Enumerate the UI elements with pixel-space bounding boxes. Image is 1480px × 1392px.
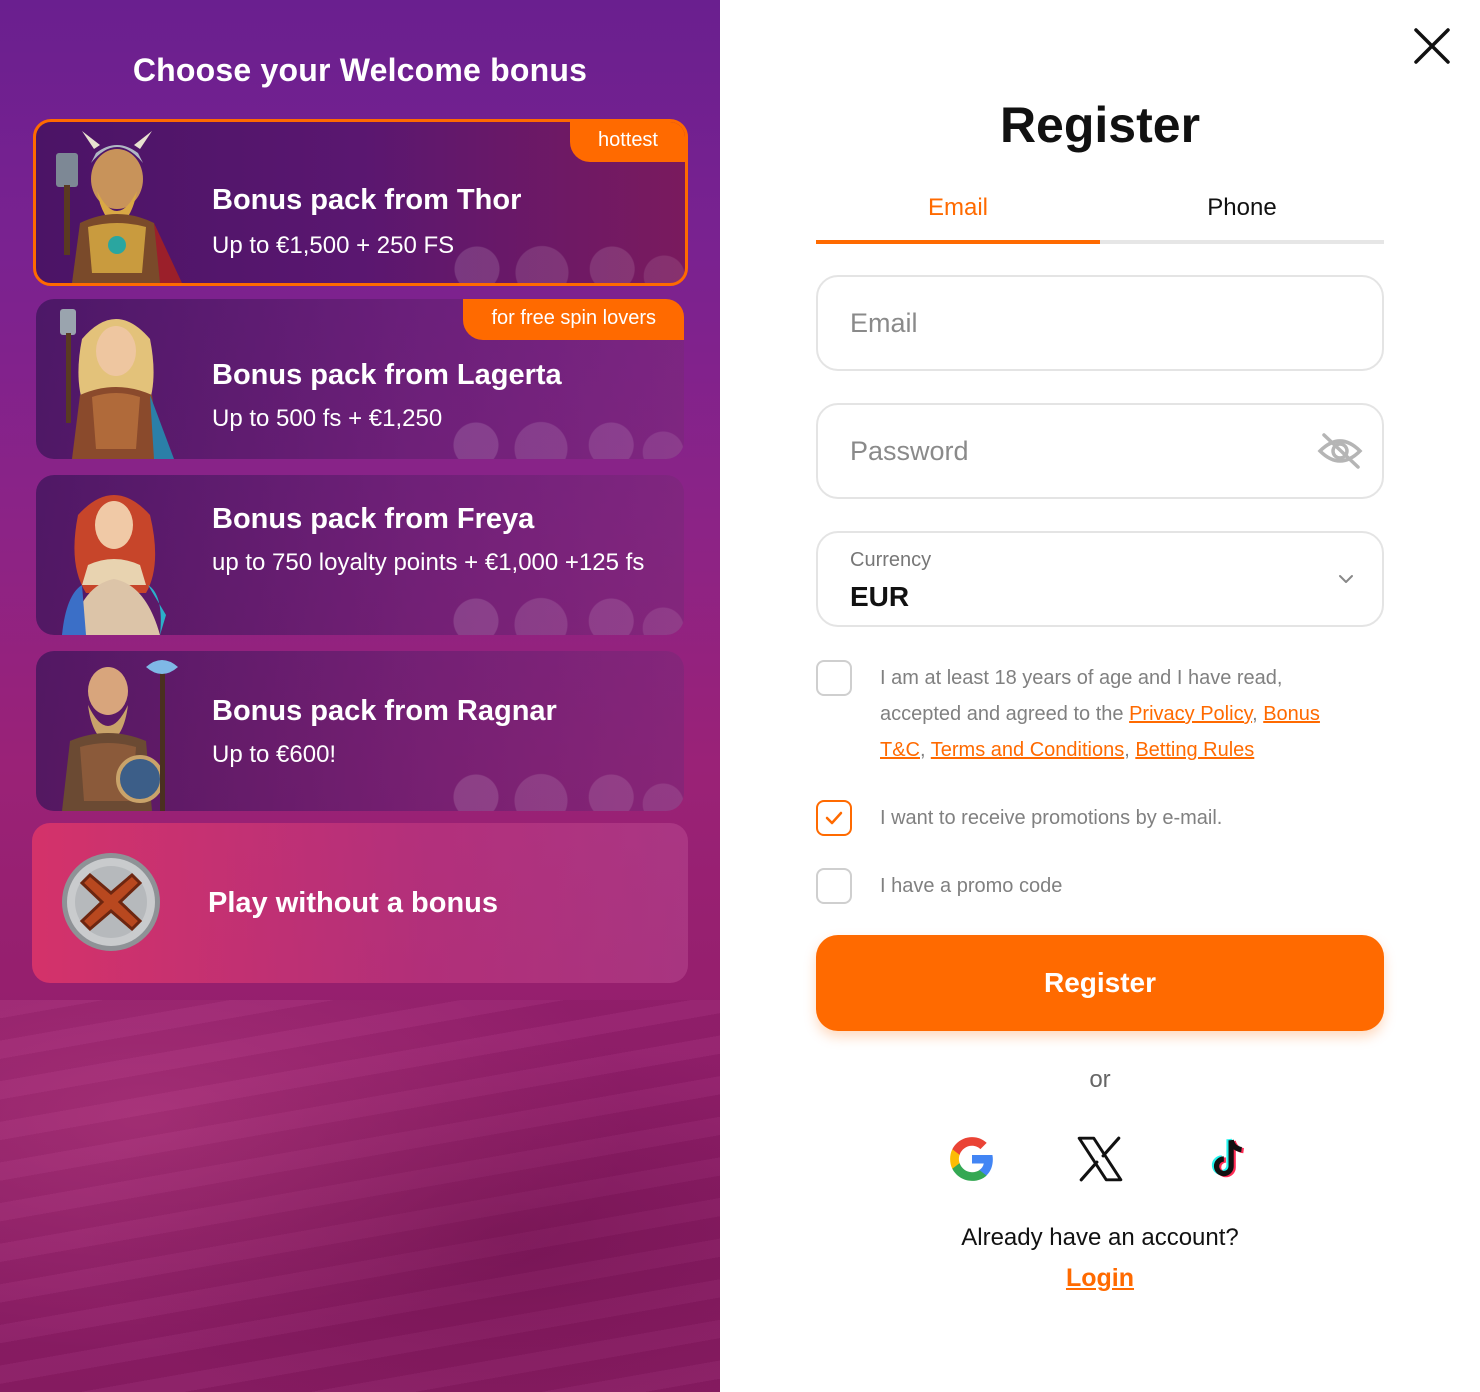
- no-bonus-x-icon: [62, 853, 160, 951]
- promotions-row: I want to receive promotions by e-mail.: [816, 800, 1384, 836]
- promo-code-checkbox[interactable]: [816, 868, 852, 904]
- card-subtitle: Up to €1,500 + 250 FS: [212, 232, 455, 259]
- bonus-card-freya[interactable]: Bonus pack from Freya up to 750 loyalty …: [36, 475, 684, 635]
- play-without-bonus-option[interactable]: Play without a bonus: [32, 823, 688, 983]
- tab-email[interactable]: Email: [816, 190, 1100, 244]
- consent-separator: ,: [1252, 703, 1264, 725]
- bonus-panel-title: Choose your Welcome bonus: [132, 52, 588, 88]
- email-input[interactable]: [850, 277, 1290, 369]
- badge-hottest: hottest: [569, 122, 685, 162]
- thor-portrait: [56, 131, 182, 283]
- terms-conditions-link[interactable]: Terms and Conditions: [931, 739, 1124, 761]
- card-title: Bonus pack from Thor: [212, 184, 522, 216]
- age-consent-text: I am at least 18 years of age and I have…: [880, 660, 1360, 768]
- register-tabs: Email Phone: [816, 190, 1384, 244]
- badge-free-spin-lovers: for free spin lovers: [463, 299, 684, 340]
- close-icon[interactable]: [1410, 24, 1454, 68]
- register-title: Register: [999, 97, 1201, 153]
- password-field-container: [816, 403, 1384, 499]
- ragnar-portrait: [62, 660, 178, 811]
- bonus-card-lagerta[interactable]: for free spin lovers Bonus pack from Lag…: [36, 299, 684, 459]
- bonus-panel: Choose your Welcome bonus hottest Bonus …: [0, 0, 720, 1392]
- card-background-clouds: [424, 741, 684, 811]
- age-consent-checkbox[interactable]: [816, 660, 852, 696]
- card-background-clouds: [424, 389, 684, 459]
- login-link[interactable]: Login: [720, 1264, 1480, 1293]
- promo-code-row: I have a promo code: [816, 868, 1384, 904]
- x-icon[interactable]: [1075, 1134, 1125, 1184]
- tab-phone[interactable]: Phone: [1100, 190, 1384, 240]
- bonus-card-thor[interactable]: hottest Bonus pack from Thor Up to €1,50…: [33, 119, 688, 286]
- checkmark-icon: [825, 811, 843, 825]
- promo-code-text: I have a promo code: [880, 875, 1063, 897]
- eye-slash-icon[interactable]: [1316, 429, 1364, 473]
- promotions-text: I want to receive promotions by e-mail.: [880, 807, 1223, 829]
- lagerta-portrait: [60, 309, 174, 459]
- consent-separator: ,: [920, 739, 931, 761]
- currency-select[interactable]: Currency EUR: [816, 531, 1384, 627]
- betting-rules-link[interactable]: Betting Rules: [1135, 739, 1254, 761]
- currency-value: EUR: [850, 581, 910, 612]
- card-subtitle: Up to 500 fs + €1,250: [212, 405, 443, 432]
- already-have-account-text: Already have an account?: [961, 1224, 1239, 1251]
- card-subtitle: Up to €600!: [212, 741, 337, 768]
- email-field-container: [816, 275, 1384, 371]
- register-panel: Register Email Phone Currency EUR I am a…: [720, 0, 1480, 1392]
- bonus-card-ragnar[interactable]: Bonus pack from Ragnar Up to €600!: [36, 651, 684, 811]
- privacy-policy-link[interactable]: Privacy Policy: [1129, 703, 1252, 725]
- password-input[interactable]: [850, 405, 1290, 497]
- freya-portrait: [62, 495, 166, 635]
- register-button[interactable]: Register: [816, 935, 1384, 1031]
- google-icon[interactable]: [947, 1134, 997, 1184]
- card-title: Bonus pack from Ragnar: [212, 695, 557, 727]
- card-background-clouds: [425, 213, 685, 283]
- card-title: Bonus pack from Freya: [212, 503, 535, 535]
- chevron-down-icon: [1339, 575, 1353, 583]
- or-divider: or: [1089, 1066, 1111, 1093]
- card-title: Bonus pack from Lagerta: [212, 359, 562, 391]
- play-without-bonus-label: Play without a bonus: [208, 887, 499, 919]
- age-consent-row: I am at least 18 years of age and I have…: [816, 660, 1384, 768]
- consent-separator: ,: [1124, 739, 1136, 761]
- promotions-checkbox[interactable]: [816, 800, 852, 836]
- currency-label: Currency: [850, 549, 932, 571]
- tiktok-icon[interactable]: [1203, 1134, 1253, 1184]
- card-subtitle: up to 750 loyalty points + €1,000 +125 f…: [212, 549, 645, 576]
